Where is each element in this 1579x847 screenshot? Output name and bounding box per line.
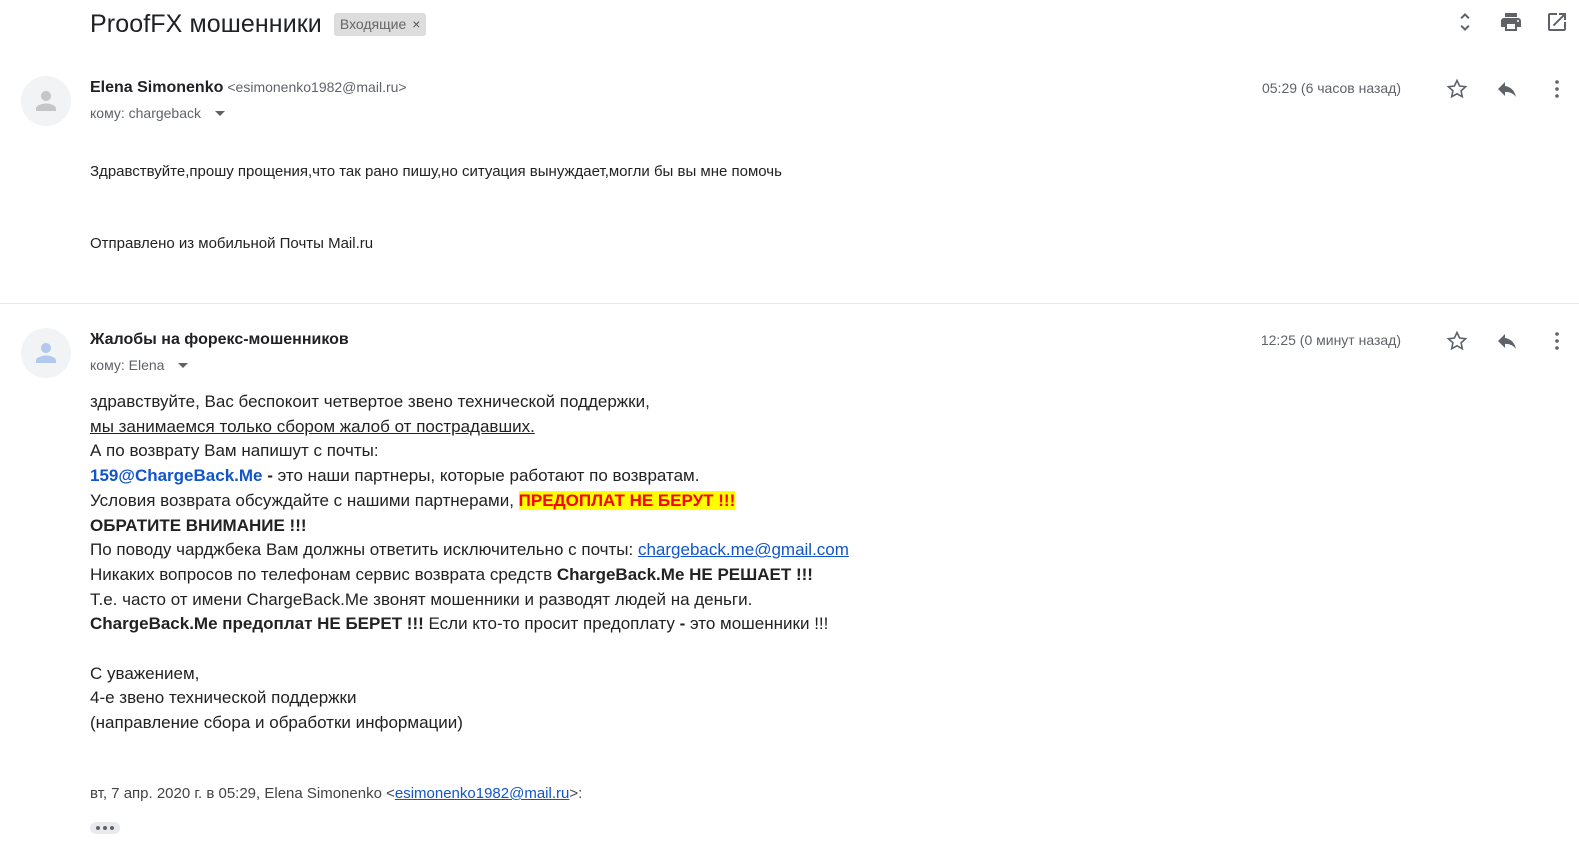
body-text: По поводу чарджбека Вам должны ответить … — [90, 540, 638, 560]
sender-line: Жалобы на форекс-мошенников — [90, 331, 349, 349]
quote-email-link[interactable]: esimonenko1982@mail.ru — [395, 785, 570, 802]
chargeback-email-link[interactable]: chargeback.me@gmail.com — [638, 540, 849, 559]
body-line: ChargeBack.Me предоплат НЕ БЕРЕТ !!! Есл… — [90, 612, 849, 637]
avatar — [21, 76, 71, 126]
body-line: Никаких вопросов по телефонам сервис воз… — [90, 563, 849, 588]
bold-text: ChargeBack.Me НЕ РЕШАЕТ !!! — [556, 564, 813, 584]
dash: - — [262, 466, 278, 486]
message-body: здравствуйте, Вас беспокоит четвертое зв… — [90, 390, 849, 736]
body-text: Никаких вопросов по телефонам сервис воз… — [90, 564, 557, 584]
avatar — [21, 328, 71, 378]
recipient-text: кому: chargeback — [90, 105, 202, 121]
more-vert-icon[interactable] — [1545, 77, 1569, 101]
body-line: 159@ChargeBack.Me - это наши партнеры, к… — [90, 464, 849, 489]
quote-suffix: >: — [569, 785, 583, 802]
person-icon — [36, 91, 56, 111]
star-icon[interactable] — [1445, 77, 1469, 101]
thread-toolbar — [1453, 10, 1569, 34]
quote-prefix: вт, 7 апр. 2020 г. в 05:29, Elena Simone… — [90, 785, 395, 802]
recipient-text: кому: Elena — [90, 357, 165, 373]
message-body: Здравствуйте,прошу прощения,что так рано… — [90, 163, 782, 307]
email-thread-view: ProofFX мошенники Входящие × Elena Simon… — [0, 0, 1579, 847]
body-line: Условия возврата обсуждайте с нашими пар… — [90, 489, 849, 514]
dot — [96, 826, 100, 830]
attention-line: ОБРАТИТЕ ВНИМАНИЕ !!! — [90, 515, 307, 535]
body-line: Т.е. часто от имени ChargeBack.Me звонят… — [90, 589, 753, 609]
body-text: это мошенники !!! — [685, 614, 829, 634]
chevron-down-icon[interactable] — [215, 110, 226, 116]
body-text: это наши партнеры, которые работают по в… — [277, 466, 700, 486]
message-2: Жалобы на форекс-мошенников кому: Elena … — [0, 322, 1579, 847]
body-line: По поводу чарджбека Вам должны ответить … — [90, 538, 849, 563]
signature-line: С уважением, — [90, 663, 200, 683]
recipient-line[interactable]: кому: chargeback — [90, 105, 226, 121]
message-time: 12:25 (0 минут назад) — [1260, 332, 1401, 348]
dot — [103, 826, 107, 830]
open-in-new-icon[interactable] — [1545, 10, 1569, 34]
recipient-line[interactable]: кому: Elena — [90, 357, 189, 373]
show-trimmed-content-button[interactable] — [90, 822, 120, 834]
subject-row: ProofFX мошенники Входящие × — [90, 8, 427, 40]
body-line: здравствуйте, Вас беспокоит четвертое зв… — [90, 392, 650, 411]
dot — [110, 826, 114, 830]
partner-email[interactable]: 159@ChargeBack.Me — [90, 466, 263, 485]
mobile-signature: Отправлено из мобильной Почты Mail.ru — [90, 235, 374, 252]
sender-line: Elena Simonenko <esimonenko1982@mail.ru> — [90, 79, 407, 97]
inbox-label-chip[interactable]: Входящие × — [333, 12, 427, 36]
message-time: 05:29 (6 часов назад) — [1261, 80, 1401, 96]
body-line-underlined: мы занимаемся только сбором жалоб от пос… — [90, 416, 535, 436]
signature-line: (направление сбора и обработки информаци… — [90, 713, 463, 733]
signature-line: 4-е звено технической поддержки — [90, 688, 357, 708]
print-icon[interactable] — [1499, 10, 1523, 34]
unfold-icon[interactable] — [1453, 10, 1477, 34]
chevron-down-icon[interactable] — [178, 362, 189, 368]
thread-subject: ProofFX мошенники — [90, 9, 322, 38]
body-line: А по возврату Вам напишут с почты: — [90, 441, 379, 461]
reply-icon[interactable] — [1495, 329, 1519, 353]
message-actions — [1445, 77, 1569, 101]
body-text: Здравствуйте,прошу прощения,что так рано… — [90, 163, 782, 180]
quote-header: вт, 7 апр. 2020 г. в 05:29, Elena Simone… — [90, 785, 582, 802]
sender-email: <esimonenko1982@mail.ru> — [227, 79, 407, 95]
reply-icon[interactable] — [1495, 77, 1519, 101]
more-vert-icon[interactable] — [1545, 329, 1569, 353]
bold-text: ChargeBack.Me предоплат НЕ БЕРЕТ !!! — [90, 614, 424, 634]
star-icon[interactable] — [1445, 329, 1469, 353]
message-actions — [1445, 329, 1569, 353]
remove-label-button[interactable]: × — [412, 16, 420, 32]
person-icon — [36, 343, 56, 363]
highlighted-warning: ПРЕДОПЛАТ НЕ БЕРУТ !!! — [518, 490, 736, 510]
body-text: Если кто-то просит предоплату — [423, 614, 680, 634]
label-text: Входящие — [339, 15, 407, 32]
sender-name[interactable]: Elena Simonenko — [90, 79, 223, 96]
body-text: Условия возврата обсуждайте с нашими пар… — [90, 490, 519, 510]
sender-name[interactable]: Жалобы на форекс-мошенников — [90, 331, 349, 348]
message-1: Elena Simonenko <esimonenko1982@mail.ru> … — [0, 70, 1579, 304]
